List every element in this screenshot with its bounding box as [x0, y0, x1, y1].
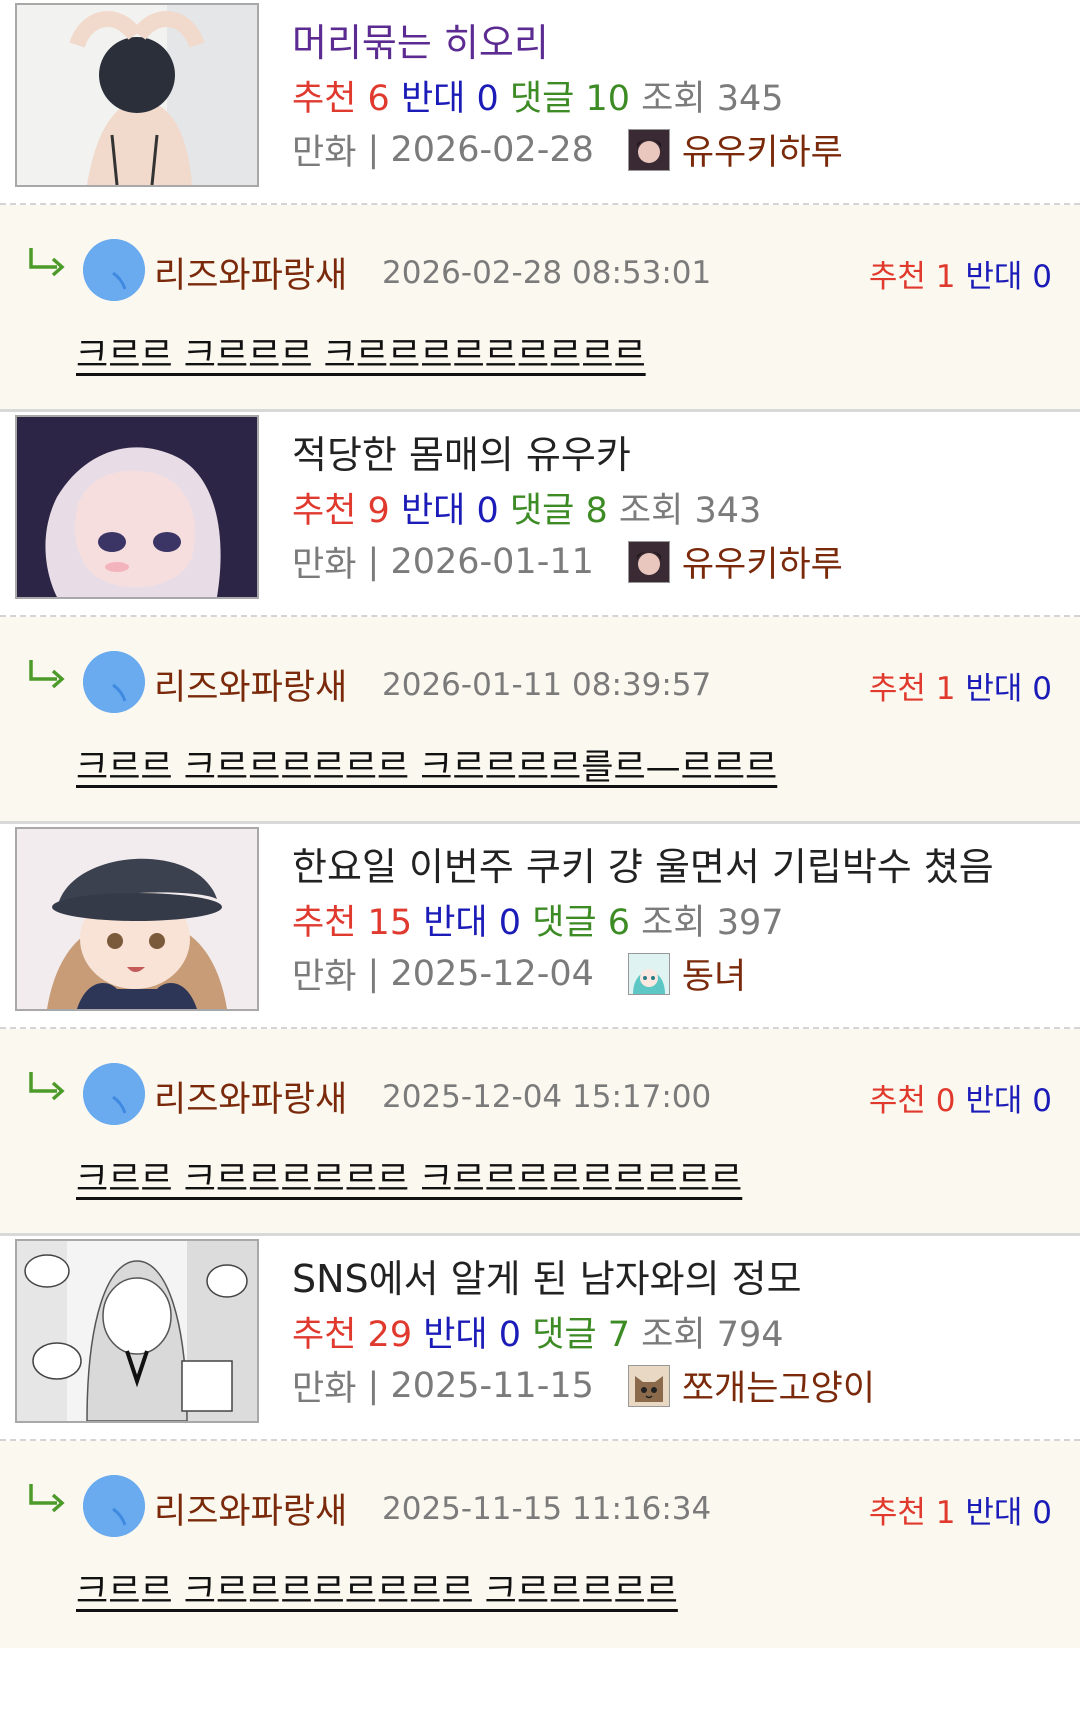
comment-upvote-count: 0	[935, 1083, 956, 1119]
author-avatar	[627, 952, 670, 995]
comment-downvote-count: 0	[1032, 259, 1052, 295]
commenter-name[interactable]: 리즈와파랑새	[154, 1483, 347, 1534]
post-author[interactable]: 쪼개는고양이	[682, 1360, 875, 1411]
commenter-name[interactable]: 리즈와파랑새	[154, 247, 347, 298]
post-author[interactable]: 유우키하루	[682, 124, 843, 175]
post-item[interactable]: 한요일 이번주 쿠키 걍 울면서 기립박수 쳤음 추천 15 반대 0 댓글 6…	[0, 824, 1080, 1029]
post-stats: 추천 9 반대 0 댓글 8 조회 343	[292, 491, 762, 531]
comment-datetime: 2026-02-28 08:53:01	[382, 255, 712, 291]
comment-downvote-count: 0	[1032, 1495, 1052, 1531]
post-meta: 만화 | 2025-12-04 동녀	[292, 948, 746, 999]
post-date: 2025-11-15	[390, 1365, 594, 1406]
author-avatar	[627, 1364, 670, 1407]
post-title[interactable]: 머리묶는 히오리	[292, 12, 549, 67]
reply-arrow-icon	[29, 1484, 65, 1513]
author-avatar	[627, 128, 670, 171]
post-item[interactable]: 머리묶는 히오리 추천 6 반대 0 댓글 10 조회 345 만화 | 202…	[0, 0, 1080, 205]
view-count: 345	[716, 79, 784, 119]
commenter-name[interactable]: 리즈와파랑새	[154, 1071, 347, 1122]
post-title[interactable]: 적당한 몸매의 유우카	[292, 424, 631, 479]
comment-count: 10	[585, 79, 631, 119]
commenter-avatar	[83, 239, 145, 301]
author-avatar	[627, 540, 670, 583]
comment-datetime: 2026-01-11 08:39:57	[382, 667, 712, 703]
comment-count: 7	[607, 1315, 631, 1355]
commenter-avatar	[83, 651, 145, 713]
post-date: 2025-12-04	[390, 953, 594, 994]
comment-text[interactable]: 크르르 크르르르르르르르르 크르르르르르	[76, 1563, 678, 1614]
downvote-count: 0	[498, 1315, 522, 1355]
reply-arrow-icon	[29, 660, 65, 689]
view-count: 794	[716, 1315, 784, 1355]
reply-arrow-icon	[29, 1072, 65, 1101]
downvote-count: 0	[498, 903, 522, 943]
comment-text[interactable]: 크르르 크르르르르르르 크르르르르르르르르르	[76, 1151, 742, 1202]
post-category: 만화	[292, 545, 357, 585]
comment-votes: 추천 0 반대 0	[868, 1083, 1052, 1119]
comment-votes: 추천 1 반대 0	[868, 671, 1052, 707]
post-item[interactable]: SNS에서 알게 된 남자와의 정모 추천 29 반대 0 댓글 7 조회 79…	[0, 1236, 1080, 1441]
post-author[interactable]: 유우키하루	[682, 536, 843, 587]
reply-arrow-icon	[29, 248, 65, 277]
post-thumbnail[interactable]	[15, 3, 259, 187]
commenter-avatar	[83, 1063, 145, 1125]
post-stats: 추천 15 반대 0 댓글 6 조회 397	[292, 903, 784, 943]
comment-item: 리즈와파랑새 2025-11-15 11:16:34 추천 1 반대 0 크르르…	[0, 1441, 1080, 1648]
upvote-count: 9	[367, 491, 390, 531]
post-author[interactable]: 동녀	[682, 948, 746, 999]
comment-downvote-count: 0	[1032, 671, 1052, 707]
post-category: 만화	[292, 1369, 357, 1409]
post-meta: 만화 | 2025-11-15 쪼개는고양이	[292, 1360, 875, 1411]
post-thumbnail[interactable]	[15, 1239, 259, 1423]
downvote-count: 0	[476, 491, 499, 531]
comment-votes: 추천 1 반대 0	[868, 1495, 1052, 1531]
post-date: 2026-01-11	[390, 541, 594, 582]
comment-count: 6	[607, 903, 631, 943]
comment-text[interactable]: 크르르 크르르르 크르르르르르르르르르	[76, 327, 646, 378]
post-category: 만화	[292, 957, 357, 997]
comment-datetime: 2025-12-04 15:17:00	[382, 1079, 712, 1115]
comment-upvote-count: 1	[935, 671, 956, 707]
comment-downvote-count: 0	[1032, 1083, 1052, 1119]
view-count: 343	[694, 491, 762, 531]
post-meta: 만화 | 2026-01-11 유우키하루	[292, 536, 843, 587]
post-meta: 만화 | 2026-02-28 유우키하루	[292, 124, 843, 175]
post-date: 2026-02-28	[390, 129, 594, 170]
post-thumbnail[interactable]	[15, 827, 259, 1011]
comment-count: 8	[585, 491, 608, 531]
post-title[interactable]: 한요일 이번주 쿠키 걍 울면서 기립박수 쳤음	[292, 836, 994, 891]
post-title[interactable]: SNS에서 알게 된 남자와의 정모	[292, 1248, 802, 1303]
post-stats: 추천 6 반대 0 댓글 10 조회 345	[292, 79, 784, 119]
upvote-count: 6	[367, 79, 390, 119]
commenter-name[interactable]: 리즈와파랑새	[154, 659, 347, 710]
comment-item: 리즈와파랑새 2026-01-11 08:39:57 추천 1 반대 0 크르르…	[0, 617, 1080, 824]
downvote-count: 0	[476, 79, 499, 119]
post-stats: 추천 29 반대 0 댓글 7 조회 794	[292, 1315, 784, 1355]
commenter-avatar	[83, 1475, 145, 1537]
comment-text[interactable]: 크르르 크르르르르르르 크르르르르를르—르르르	[76, 739, 777, 790]
comment-datetime: 2025-11-15 11:16:34	[382, 1491, 712, 1527]
upvote-count: 15	[367, 903, 413, 943]
post-category: 만화	[292, 133, 357, 173]
comment-upvote-count: 1	[935, 1495, 956, 1531]
comment-upvote-count: 1	[935, 259, 956, 295]
comment-votes: 추천 1 반대 0	[868, 259, 1052, 295]
post-thumbnail[interactable]	[15, 415, 259, 599]
comment-item: 리즈와파랑새 2026-02-28 08:53:01 추천 1 반대 0 크르르…	[0, 205, 1080, 412]
view-count: 397	[716, 903, 784, 943]
comment-item: 리즈와파랑새 2025-12-04 15:17:00 추천 0 반대 0 크르르…	[0, 1029, 1080, 1236]
post-item[interactable]: 적당한 몸매의 유우카 추천 9 반대 0 댓글 8 조회 343 만화 | 2…	[0, 412, 1080, 617]
upvote-count: 29	[367, 1315, 413, 1355]
